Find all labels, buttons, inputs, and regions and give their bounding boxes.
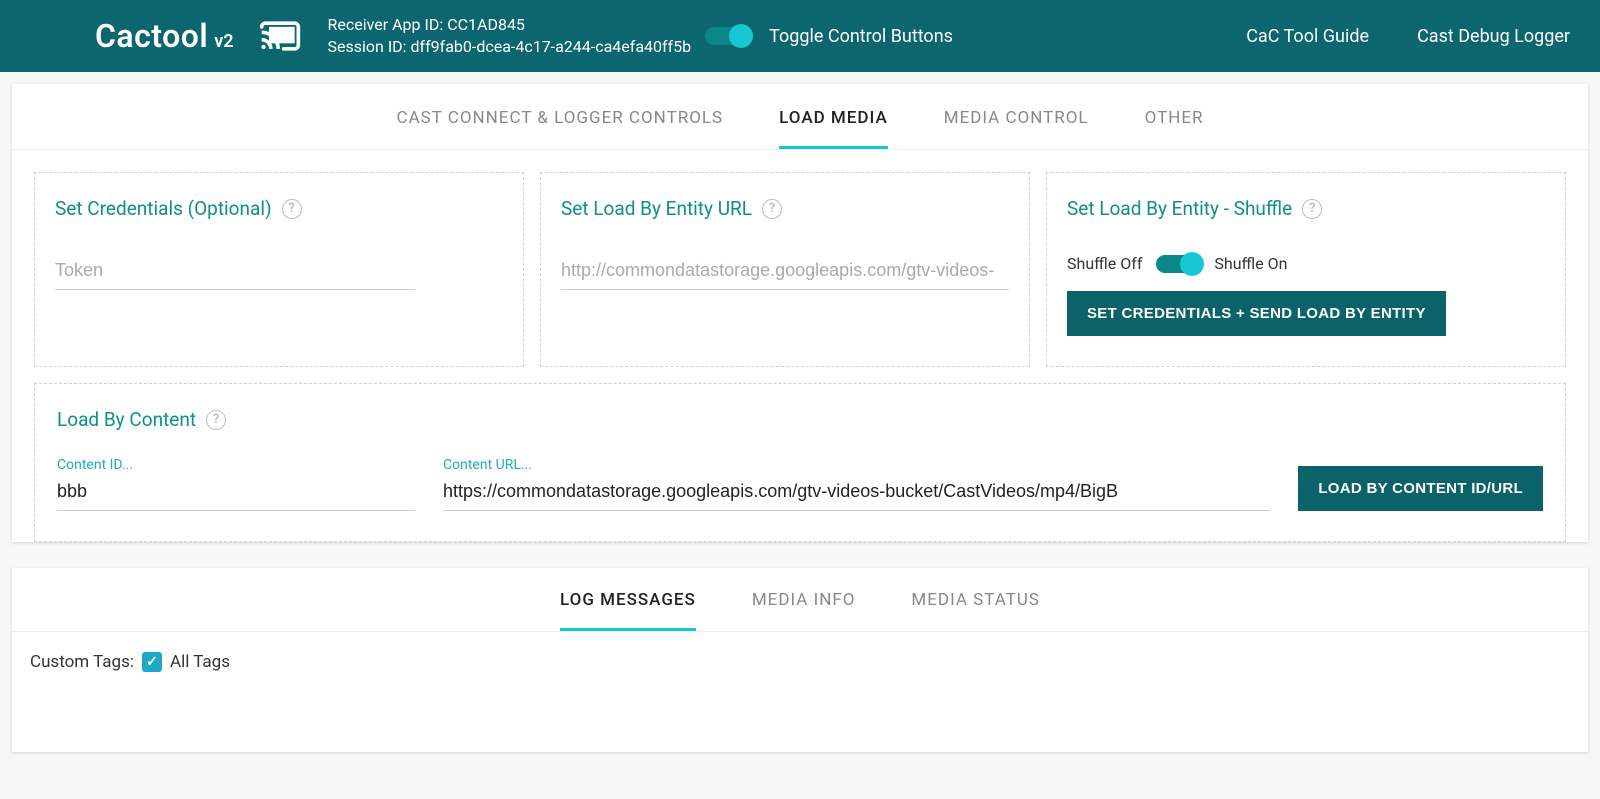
session-info: Receiver App ID: CC1AD845 Session ID: df… bbox=[328, 14, 692, 59]
toggle-controls-label: Toggle Control Buttons bbox=[769, 26, 953, 47]
content-id-label: Content ID... bbox=[57, 457, 415, 473]
cast-icon[interactable] bbox=[252, 14, 308, 58]
all-tags-checkbox[interactable]: ✓ bbox=[142, 652, 162, 672]
tab-media-control[interactable]: MEDIA CONTROL bbox=[944, 108, 1089, 149]
shuffle-on-label: Shuffle On bbox=[1214, 254, 1287, 273]
credentials-token-input[interactable] bbox=[55, 254, 415, 290]
tab-cast-connect[interactable]: CAST CONNECT & LOGGER CONTROLS bbox=[397, 108, 724, 149]
log-card: LOG MESSAGES MEDIA INFO MEDIA STATUS Cus… bbox=[12, 568, 1588, 752]
receiver-id-value: CC1AD845 bbox=[447, 15, 525, 34]
panels-row: Set Credentials (Optional) ? Set Load By… bbox=[12, 150, 1588, 367]
shuffle-title: Set Load By Entity - Shuffle bbox=[1067, 197, 1292, 220]
main-tabs: CAST CONNECT & LOGGER CONTROLS LOAD MEDI… bbox=[12, 84, 1588, 150]
panel-load-by-content: Load By Content ? Content ID... Content … bbox=[34, 383, 1566, 542]
help-icon[interactable]: ? bbox=[282, 199, 302, 219]
session-id-label: Session ID: bbox=[328, 37, 407, 56]
panel-credentials: Set Credentials (Optional) ? bbox=[34, 172, 524, 367]
custom-tags-label: Custom Tags: bbox=[30, 652, 134, 672]
entity-url-input[interactable] bbox=[561, 254, 1009, 290]
all-tags-label: All Tags bbox=[170, 652, 230, 672]
tab-other[interactable]: OTHER bbox=[1145, 108, 1204, 149]
help-icon[interactable]: ? bbox=[206, 410, 226, 430]
session-id-value: dff9fab0-dcea-4c17-a244-ca4efa40ff5b bbox=[411, 37, 692, 56]
link-cac-guide[interactable]: CaC Tool Guide bbox=[1246, 26, 1369, 47]
help-icon[interactable]: ? bbox=[762, 199, 782, 219]
logo-block: Cactool v2 bbox=[95, 17, 234, 55]
content-url-label: Content URL... bbox=[443, 457, 1270, 473]
panel-shuffle: Set Load By Entity - Shuffle ? Shuffle O… bbox=[1046, 172, 1566, 367]
header-links: CaC Tool Guide Cast Debug Logger bbox=[1246, 26, 1570, 47]
load-by-content-button[interactable]: LOAD BY CONTENT ID/URL bbox=[1298, 466, 1543, 511]
tab-media-status[interactable]: MEDIA STATUS bbox=[911, 590, 1040, 631]
link-debug-logger[interactable]: Cast Debug Logger bbox=[1417, 26, 1570, 47]
toggle-controls-switch[interactable] bbox=[705, 27, 749, 45]
content-id-input[interactable] bbox=[57, 475, 415, 511]
help-icon[interactable]: ? bbox=[1302, 199, 1322, 219]
main-card: CAST CONNECT & LOGGER CONTROLS LOAD MEDI… bbox=[12, 84, 1588, 542]
custom-tags-row: Custom Tags: ✓ All Tags bbox=[30, 652, 1570, 672]
credentials-title: Set Credentials (Optional) bbox=[55, 197, 272, 220]
logo-text: Cactool bbox=[95, 17, 208, 55]
entity-url-title: Set Load By Entity URL bbox=[561, 197, 752, 220]
shuffle-switch[interactable] bbox=[1156, 255, 1200, 273]
send-load-by-entity-button[interactable]: SET CREDENTIALS + SEND LOAD BY ENTITY bbox=[1067, 291, 1446, 336]
tab-log-messages[interactable]: LOG MESSAGES bbox=[560, 590, 696, 631]
receiver-id-label: Receiver App ID: bbox=[328, 15, 444, 34]
load-content-title: Load By Content bbox=[57, 408, 196, 431]
toggle-controls-block: Toggle Control Buttons bbox=[705, 26, 953, 47]
content-url-input[interactable] bbox=[443, 475, 1270, 511]
tab-media-info[interactable]: MEDIA INFO bbox=[752, 590, 856, 631]
log-tabs: LOG MESSAGES MEDIA INFO MEDIA STATUS bbox=[12, 568, 1588, 632]
logo-version: v2 bbox=[214, 31, 233, 52]
panel-entity-url: Set Load By Entity URL ? bbox=[540, 172, 1030, 367]
shuffle-off-label: Shuffle Off bbox=[1067, 254, 1142, 273]
tab-load-media[interactable]: LOAD MEDIA bbox=[779, 108, 888, 149]
app-header: Cactool v2 Receiver App ID: CC1AD845 Ses… bbox=[0, 0, 1600, 72]
